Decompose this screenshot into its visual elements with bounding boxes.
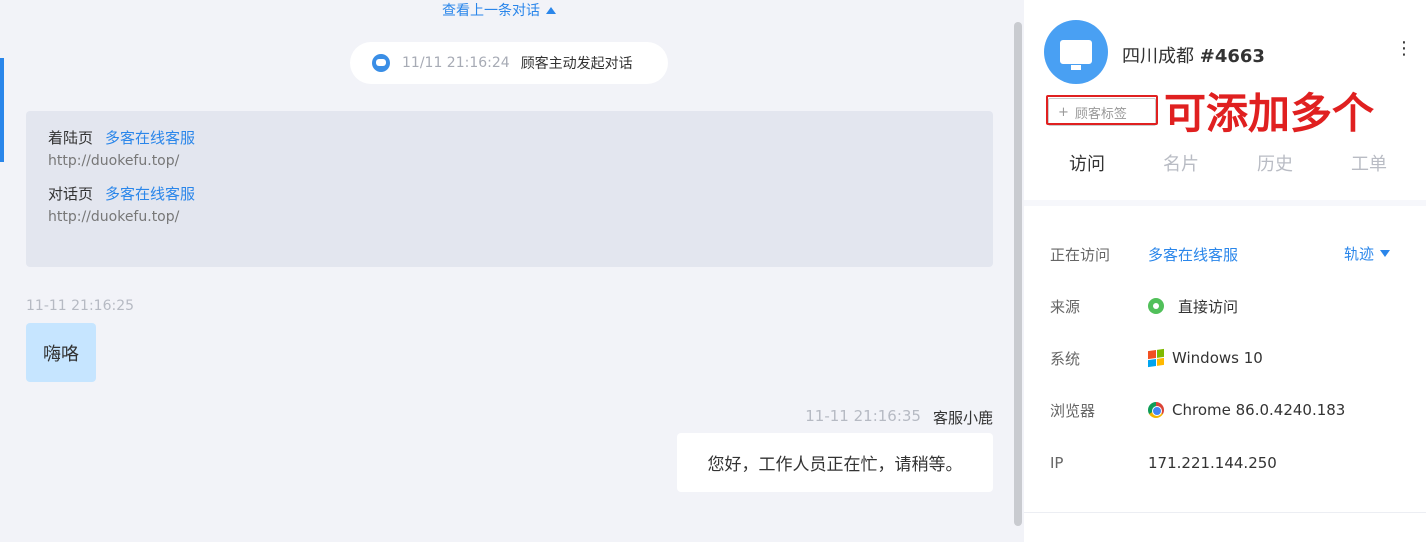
landing-page-info: 着陆页 多客在线客服 http://duokefu.top/ [48, 127, 971, 169]
system-value: Windows 10 [1148, 348, 1263, 368]
system-text: Windows 10 [1172, 349, 1263, 367]
ip-label: IP [1050, 454, 1064, 472]
landing-page-url: http://duokefu.top/ [48, 153, 180, 169]
chat-page-label: 对话页 [48, 185, 94, 203]
detail-row-browser: 浏览器 Chrome 86.0.4240.183 [1050, 399, 1345, 421]
tab-ticket[interactable]: 工单 [1322, 150, 1416, 176]
visitor-id: #4663 [1199, 46, 1265, 67]
visitor-panel: 四川成都 #4663 ⋮ + 顾客标签 可添加多个 访问 名片 历史 工单 正在… [1024, 0, 1426, 542]
triangle-up-icon [546, 6, 556, 14]
tab-card[interactable]: 名片 [1134, 150, 1228, 176]
more-menu-icon[interactable]: ⋮ [1394, 40, 1414, 58]
panel-tabs: 访问 名片 历史 工单 [1040, 150, 1426, 176]
trail-label: 轨迹 [1344, 245, 1375, 263]
detail-row-ip: IP 171.221.144.250 [1050, 452, 1277, 474]
trail-dropdown[interactable]: 轨迹 [1344, 243, 1391, 264]
chat-page-link[interactable]: 多客在线客服 [105, 185, 195, 203]
chat-area: 查看上一条对话 11/11 21:16:24 顾客主动发起对话 着陆页多客在线客… [4, 0, 1016, 542]
plus-icon: + [1058, 104, 1069, 120]
chat-page-url: http://duokefu.top/ [48, 209, 180, 225]
visiting-page-link[interactable]: 多客在线客服 [1148, 244, 1238, 265]
detail-row-visiting: 正在访问 多客在线客服 [1050, 243, 1238, 265]
landing-page-link[interactable]: 多客在线客服 [105, 129, 195, 147]
tag-button-label: 顾客标签 [1074, 106, 1127, 122]
divider [1024, 512, 1426, 513]
eye-icon [1148, 298, 1164, 314]
browser-value: Chrome 86.0.4240.183 [1148, 401, 1345, 419]
visitor-name: 四川成都 #4663 [1122, 42, 1265, 68]
section-divider [1024, 200, 1426, 206]
visitor-message-bubble: 嗨咯 [26, 323, 96, 382]
chat-bubble-icon [372, 54, 390, 72]
system-label: 系统 [1050, 349, 1081, 368]
agent-message-bubble: 您好，工作人员正在忙，请稍等。 [677, 433, 993, 492]
browser-label: 浏览器 [1050, 401, 1096, 420]
triangle-down-icon [1380, 250, 1391, 257]
agent-message-meta: 11-11 21:16:35 客服小鹿 [805, 407, 993, 428]
chat-page-info: 对话页 多客在线客服 http://duokefu.top/ [48, 183, 971, 225]
detail-row-system: 系统 Windows 10 [1050, 347, 1263, 369]
source-value: 直接访问 [1148, 296, 1238, 317]
windows-icon [1148, 348, 1164, 368]
chat-scrollbar[interactable] [1014, 22, 1022, 526]
visitor-location: 四川成都 [1122, 46, 1194, 67]
prev-link-label: 查看上一条对话 [442, 3, 540, 19]
annotation-text: 可添加多个 [1164, 89, 1375, 138]
tab-history[interactable]: 历史 [1228, 150, 1322, 176]
visiting-label: 正在访问 [1050, 245, 1111, 264]
source-text: 直接访问 [1178, 297, 1239, 316]
add-customer-tag-button[interactable]: + 顾客标签 [1048, 98, 1156, 126]
avatar [1044, 20, 1108, 84]
browser-text: Chrome 86.0.4240.183 [1172, 401, 1346, 419]
ip-value: 171.221.144.250 [1148, 454, 1277, 472]
detail-row-source: 来源 直接访问 [1050, 295, 1238, 317]
system-message: 11/11 21:16:24 顾客主动发起对话 [350, 42, 668, 84]
visitor-message-time: 11-11 21:16:25 [26, 298, 135, 314]
monitor-icon [1060, 40, 1092, 70]
agent-name: 客服小鹿 [932, 409, 993, 427]
chrome-icon [1148, 402, 1164, 418]
source-label: 来源 [1050, 297, 1081, 316]
tab-visit[interactable]: 访问 [1040, 150, 1134, 176]
agent-message-time: 11-11 21:16:35 [805, 407, 921, 425]
landing-page-label: 着陆页 [48, 129, 94, 147]
system-message-time: 11/11 21:16:24 [402, 55, 510, 71]
visit-info-card: 着陆页 多客在线客服 http://duokefu.top/ 对话页 多客在线客服 … [26, 111, 993, 267]
view-previous-conversation-link[interactable]: 查看上一条对话 [442, 0, 556, 20]
system-message-text: 顾客主动发起对话 [520, 56, 633, 72]
